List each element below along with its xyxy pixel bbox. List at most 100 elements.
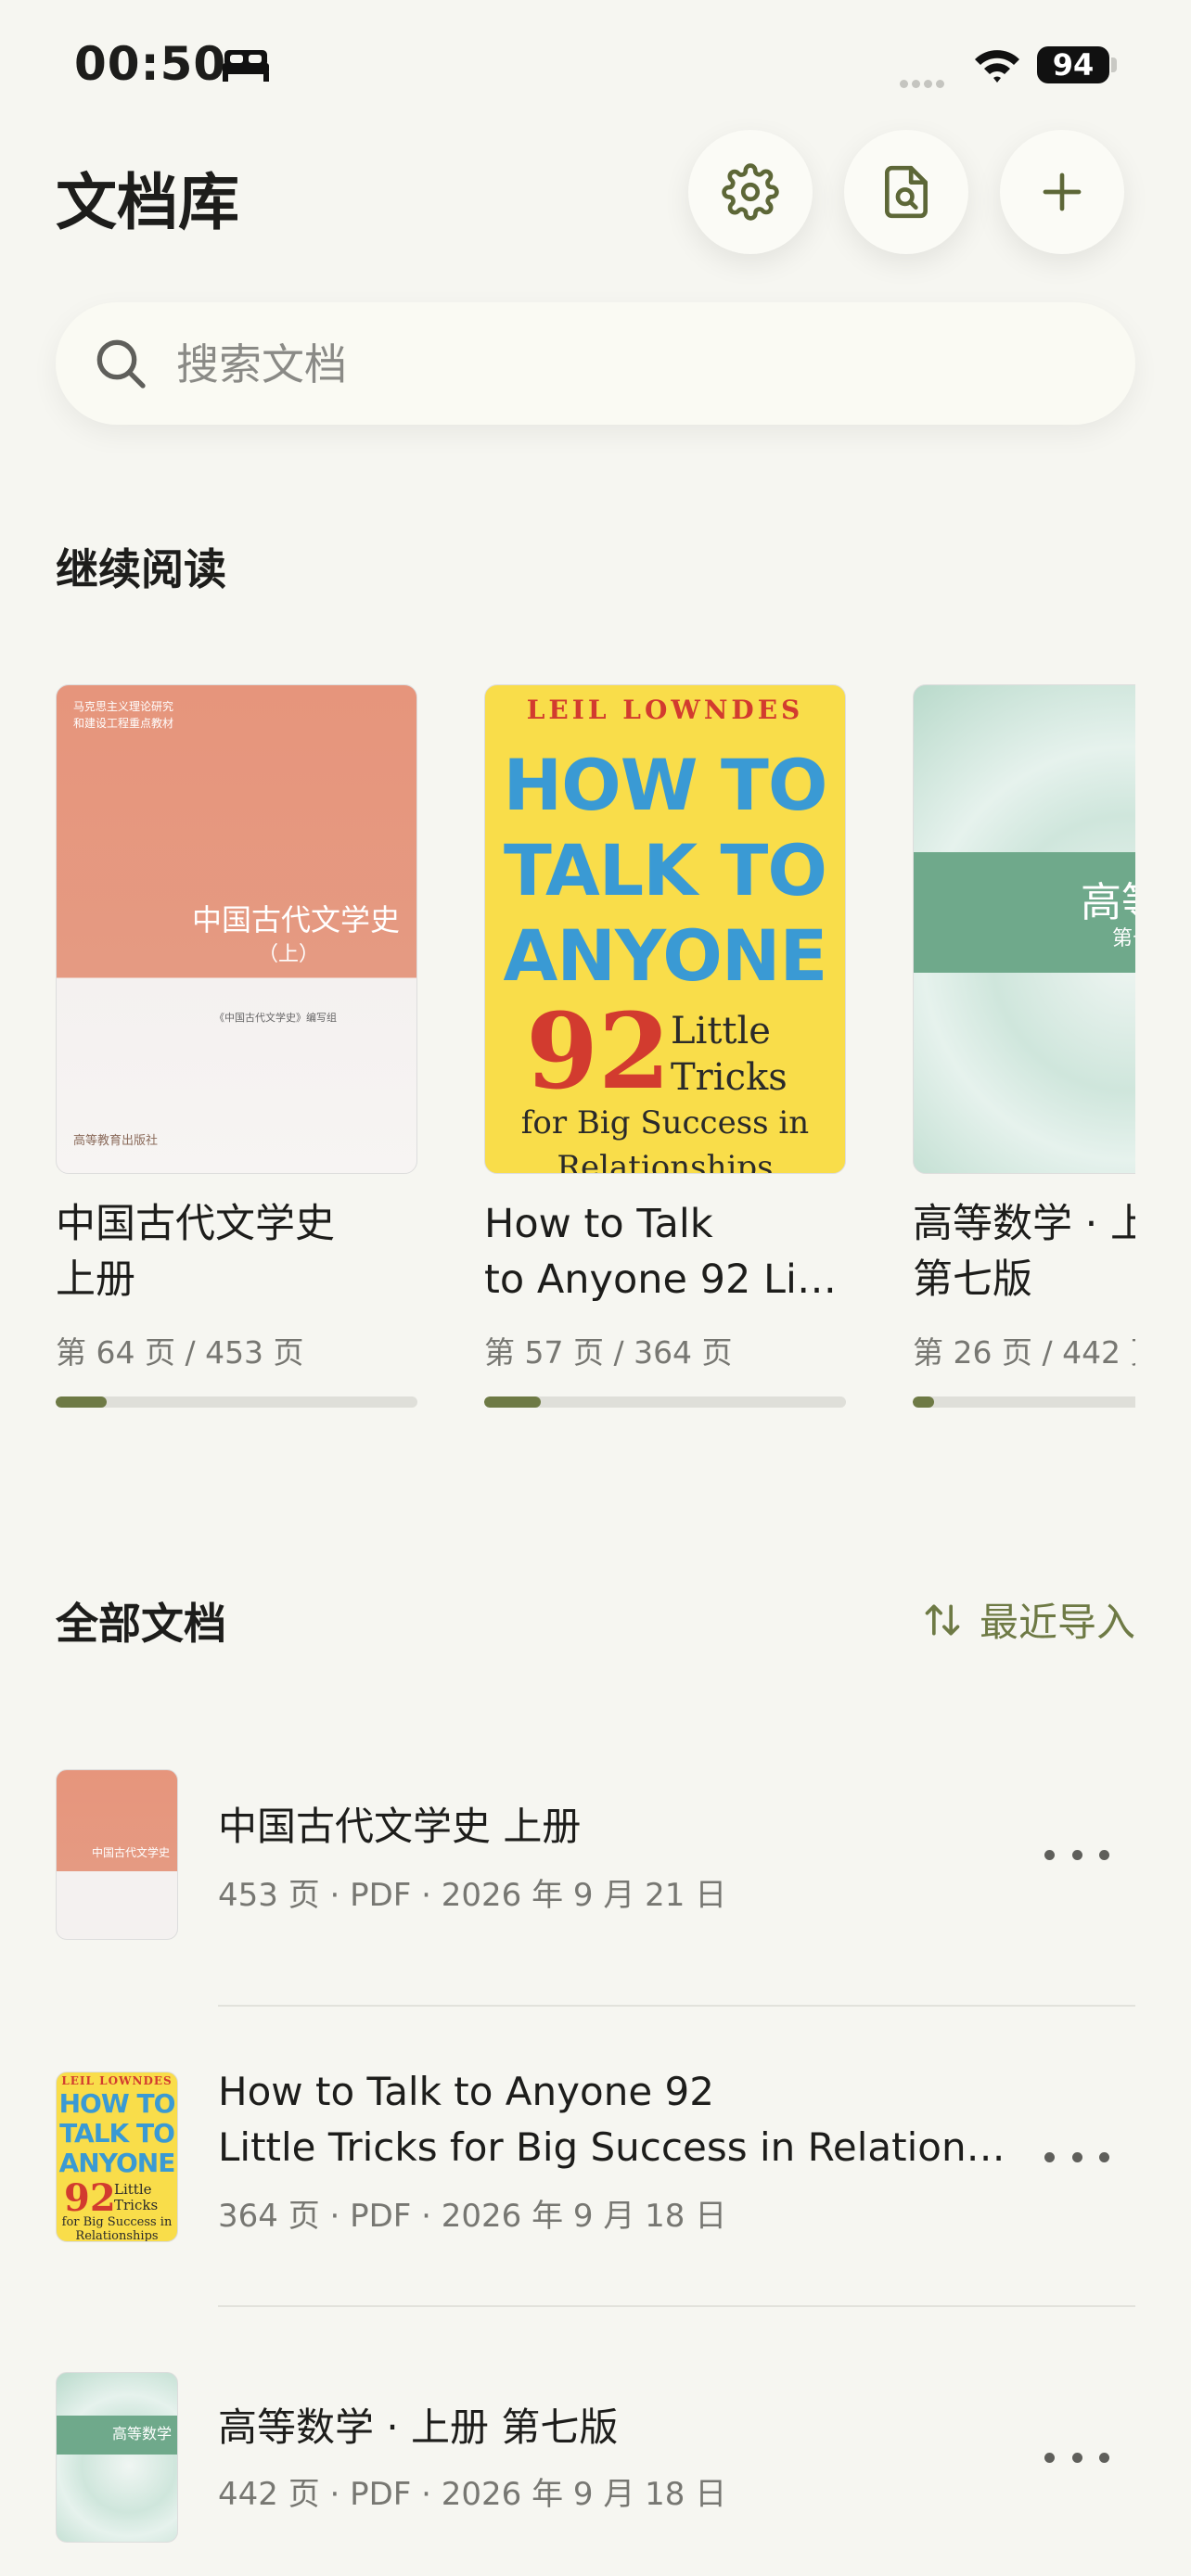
all-documents-title: 全部文档 <box>56 1599 226 1649</box>
cover-line-1: HOW TO <box>503 744 828 826</box>
search-input[interactable] <box>174 321 1087 408</box>
thumb-author: LEIL LOWNDES <box>61 2074 173 2087</box>
plus-icon <box>1043 172 1082 211</box>
thumb-number: 92 <box>64 2176 116 2220</box>
document-row[interactable]: 高等数学 高等数学 · 上册 第七版 442 页 · PDF · 2026 年 … <box>56 2372 1135 2548</box>
continue-reading-carousel[interactable]: 马克思主义理论研究和建设工程重点教材 中国古代文学史 （上） 《中国古代文学史》… <box>56 684 1135 1408</box>
thumb-line-2: TALK TO <box>59 2118 175 2149</box>
thumb-sub-2: Relationships <box>75 2229 159 2242</box>
progress-bar <box>56 1396 417 1408</box>
progress-bar <box>484 1396 846 1408</box>
book-cover: LEIL LOWNDES HOW TO TALK TO ANYONE 92 Li… <box>484 684 846 1174</box>
reading-card[interactable]: 高等数学 第七版 上册 高等数学 · 上册 第七版 第 26 页 / 442 页 <box>913 684 1135 1408</box>
thumb-little-tricks: Little Tricks <box>114 2182 158 2213</box>
cover-title: 中国古代文学史 <box>191 902 400 937</box>
document-row[interactable]: 中国古代文学史 中国古代文学史 上册 453 页 · PDF · 2026 年 … <box>56 1769 1135 1945</box>
title-line-1: 中国古代文学史 <box>56 1201 335 1247</box>
document-title: 中国古代文学史 上册 <box>218 1799 1006 1855</box>
gear-icon <box>722 163 779 221</box>
cover-author: LEIL LOWNDES <box>526 695 804 725</box>
reading-card-title: 中国古代文学史 上册 <box>56 1196 417 1307</box>
continue-reading-title: 继续阅读 <box>56 544 226 594</box>
book-cover: 高等数学 第七版 上册 <box>913 684 1135 1174</box>
search-icon <box>96 339 146 389</box>
title-line-2: 上册 <box>56 1256 135 1303</box>
more-button[interactable] <box>1044 2439 1109 2476</box>
cover-sub-2: Relationships <box>557 1149 774 1174</box>
signal-icon <box>900 74 948 92</box>
document-thumbnail: LEIL LOWNDES HOW TO TALK TO ANYONE 92 Li… <box>56 2072 178 2242</box>
progress-bar <box>913 1396 1135 1408</box>
sort-icon <box>925 1604 960 1635</box>
document-search-icon <box>885 165 928 219</box>
cover-tricks: Tricks <box>671 1056 788 1099</box>
more-icon <box>1044 2151 1055 2162</box>
more-button[interactable] <box>1044 2138 1109 2175</box>
divider <box>218 2305 1135 2307</box>
battery-indicator: 94 <box>1037 46 1109 83</box>
title-line-2: 第七版 <box>913 1256 1032 1303</box>
cover-line-2: TALK TO <box>504 829 827 912</box>
more-icon <box>1044 2452 1055 2463</box>
cover-line-3: ANYONE <box>503 914 828 997</box>
document-meta: 442 页 · PDF · 2026 年 9 月 18 日 <box>218 2476 727 2513</box>
title-line-2: to Anyone 92 Little Tricks for Big Succe… <box>484 1256 846 1303</box>
thumb-line-1: HOW TO <box>58 2088 176 2119</box>
cover-sub-1: for Big Success in <box>520 1104 810 1141</box>
page-title: 文档库 <box>56 167 239 238</box>
document-row[interactable]: LEIL LOWNDES HOW TO TALK TO ANYONE 92 Li… <box>56 2069 1135 2248</box>
cover-subtitle: for Big Success in Relationships <box>485 1101 845 1174</box>
divider <box>218 2005 1135 2007</box>
thumb-line-3: ANYONE <box>58 2148 176 2178</box>
cover-editor: 《中国古代文学史》编写组 <box>214 1012 337 1024</box>
progress-text: 第 64 页 / 453 页 <box>56 1334 304 1371</box>
progress-fill <box>56 1396 107 1408</box>
more-icon <box>1044 1849 1055 1860</box>
cover-publisher: 高等教育出版社 <box>73 1134 159 1148</box>
reading-card-title: 高等数学 · 上册 第七版 <box>913 1196 1135 1307</box>
document-search-button[interactable] <box>844 130 968 254</box>
cover-subtitle: 第七版 上册 <box>1112 927 1135 950</box>
progress-text: 第 57 页 / 364 页 <box>484 1334 733 1371</box>
document-title-line: Little Tricks for Big Success in Relatio… <box>218 2124 1006 2170</box>
progress-fill <box>913 1396 934 1408</box>
document-meta: 364 页 · PDF · 2026 年 9 月 18 日 <box>218 2198 727 2235</box>
title-line-1: 高等数学 · 上册 <box>913 1201 1135 1247</box>
sort-button[interactable]: 最近导入 <box>922 1591 1135 1648</box>
reading-card[interactable]: 马克思主义理论研究和建设工程重点教材 中国古代文学史 （上） 《中国古代文学史》… <box>56 684 417 1408</box>
book-cover: 马克思主义理论研究和建设工程重点教材 中国古代文学史 （上） 《中国古代文学史》… <box>56 684 417 1174</box>
cover-top-text: 马克思主义理论研究和建设工程重点教材 <box>73 700 174 730</box>
cover-title: 高等数学 <box>1081 879 1135 926</box>
cover-subtitle: （上） <box>257 943 319 966</box>
cover-little: Little <box>671 1010 771 1052</box>
progress-fill <box>484 1396 542 1408</box>
settings-button[interactable] <box>688 130 813 254</box>
status-bar: 00:50 94 <box>0 0 1191 130</box>
document-thumbnail: 中国古代文学史 <box>56 1769 178 1940</box>
document-thumbnail: 高等数学 <box>56 2372 178 2543</box>
battery-cap <box>1111 57 1117 72</box>
cover-little-tricks: Little Tricks <box>671 1008 788 1101</box>
thumb-title: HOW TO TALK TO ANYONE <box>57 2089 177 2178</box>
thumb-little: Little <box>114 2181 152 2198</box>
title-line-1: How to Talk <box>484 1201 713 1247</box>
document-title: 高等数学 · 上册 第七版 <box>218 2400 1006 2455</box>
thumb-subtitle: for Big Success in Relationships <box>57 2215 177 2242</box>
document-title-line: 高等数学 · 上册 第七版 <box>218 2404 619 2450</box>
thumb-title: 中国古代文学史 <box>91 1846 170 1859</box>
add-document-button[interactable] <box>1000 130 1124 254</box>
search-bar[interactable] <box>56 302 1135 425</box>
reading-card[interactable]: LEIL LOWNDES HOW TO TALK TO ANYONE 92 Li… <box>484 684 846 1408</box>
wifi-icon <box>975 50 1019 83</box>
document-title-line: 中国古代文学史 上册 <box>218 1804 582 1849</box>
status-time: 00:50 <box>74 37 227 91</box>
document-title: How to Talk to Anyone 92 Little Tricks f… <box>218 2064 1006 2175</box>
thumb-sub-1: for Big Success in <box>61 2215 173 2229</box>
thumb-tricks: Tricks <box>114 2197 159 2213</box>
document-meta: 453 页 · PDF · 2026 年 9 月 21 日 <box>218 1877 727 1914</box>
sort-label: 最近导入 <box>979 1600 1135 1645</box>
more-button[interactable] <box>1044 1836 1109 1873</box>
cover-number: 92 <box>526 991 671 1113</box>
bed-icon <box>223 50 269 82</box>
thumb-title: 高等数学 <box>112 2425 173 2442</box>
